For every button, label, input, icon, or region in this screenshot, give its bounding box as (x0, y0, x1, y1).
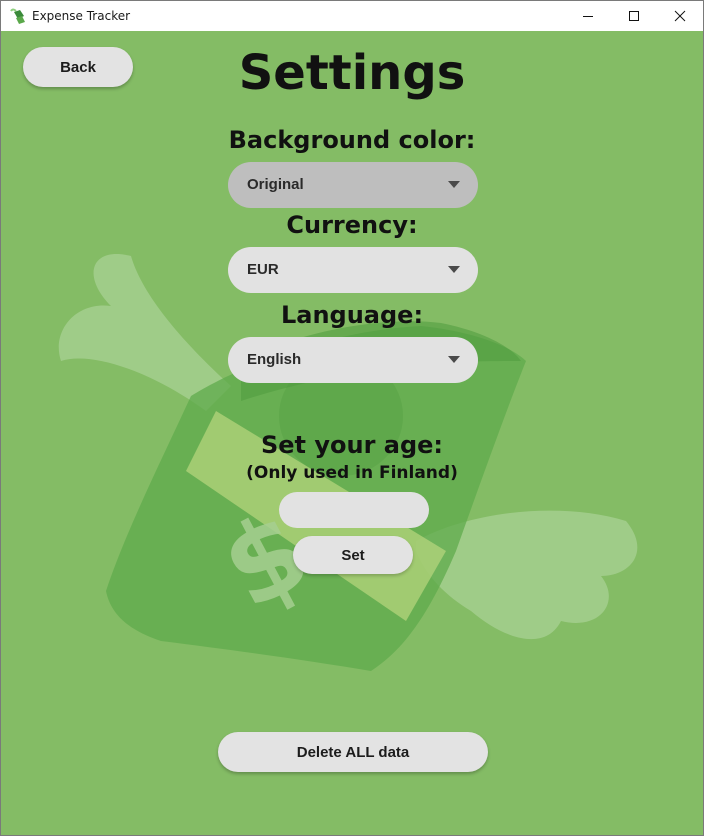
maximize-button[interactable] (611, 1, 657, 31)
delete-all-data-button[interactable]: Delete ALL data (218, 732, 488, 772)
age-label: Set your age: (260, 431, 444, 459)
settings-screen: $ Back Settings Background color: Origin… (1, 31, 703, 835)
minimize-icon (583, 16, 593, 17)
background-color-dropdown[interactable]: Original (228, 162, 478, 208)
maximize-icon (629, 11, 639, 21)
age-input[interactable] (279, 492, 429, 528)
close-button[interactable] (657, 1, 703, 31)
minimize-button[interactable] (565, 1, 611, 31)
language-value: English (247, 351, 302, 368)
chevron-down-icon (448, 266, 460, 273)
chevron-down-icon (448, 356, 460, 363)
language-dropdown[interactable]: English (228, 337, 478, 383)
set-age-button[interactable]: Set (293, 536, 413, 574)
title-bar[interactable]: Expense Tracker (1, 1, 703, 31)
currency-dropdown[interactable]: EUR (228, 247, 478, 293)
background-color-value: Original (247, 176, 304, 193)
language-label: Language: (280, 301, 424, 329)
background-color-label: Background color: (228, 126, 476, 154)
close-icon (674, 10, 686, 22)
age-note: (Only used in Finland) (246, 463, 458, 483)
window-title: Expense Tracker (32, 9, 131, 23)
app-window: Expense Tracker $ Back Settings Backgrou… (0, 0, 704, 836)
chevron-down-icon (448, 181, 460, 188)
currency-value: EUR (247, 261, 279, 278)
page-title: Settings (238, 45, 466, 101)
flying-money-icon (10, 7, 28, 25)
currency-label: Currency: (286, 211, 418, 239)
